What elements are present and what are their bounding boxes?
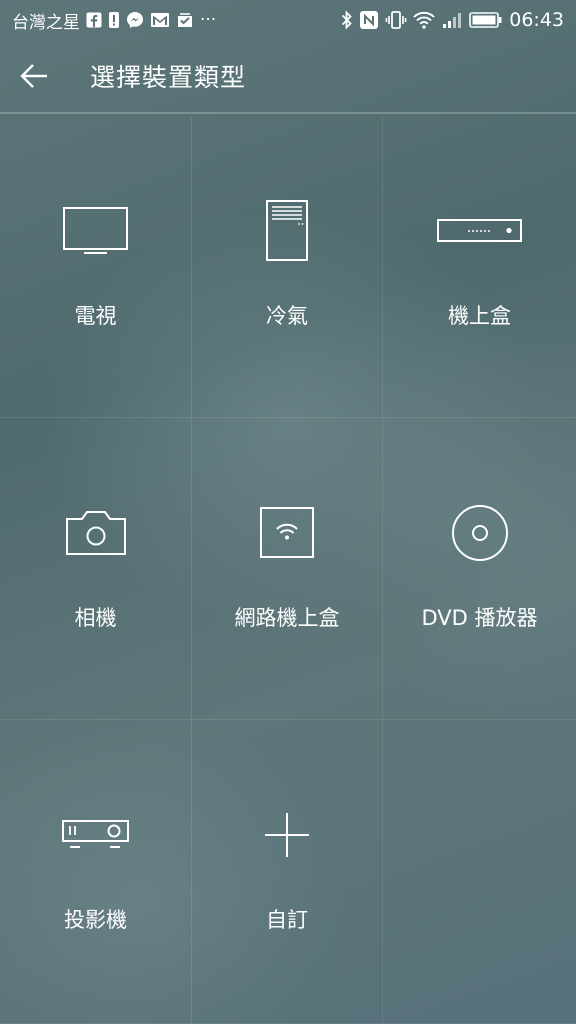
nfc-icon xyxy=(359,10,379,30)
app-bar: 選擇裝置類型 xyxy=(0,40,576,114)
device-label: 電視 xyxy=(74,304,117,328)
device-tile-tv[interactable]: 電視 xyxy=(0,116,192,418)
camera-icon xyxy=(65,511,126,555)
gmail-icon xyxy=(150,12,170,28)
device-tile-air-conditioner[interactable]: 冷氣 xyxy=(192,116,383,418)
bluetooth-icon xyxy=(341,10,353,30)
device-label: 自訂 xyxy=(266,908,308,932)
wifi-icon xyxy=(413,11,435,29)
device-tile-projector[interactable]: 投影機 xyxy=(0,720,192,1024)
back-arrow-icon xyxy=(20,64,47,88)
projector-icon xyxy=(61,820,129,848)
tv-icon xyxy=(62,207,128,254)
more-icon: ··· xyxy=(200,10,217,30)
messenger-icon xyxy=(126,11,144,29)
status-bar: 台灣之星 ··· 06:43 xyxy=(0,0,576,40)
device-tile-dvd-player[interactable]: DVD 播放器 xyxy=(383,418,576,720)
battery-icon xyxy=(469,11,503,29)
set-top-box-icon xyxy=(436,219,522,242)
status-bar-left: 台灣之星 ··· xyxy=(12,8,216,33)
signal-icon xyxy=(441,11,463,29)
air-conditioner-icon xyxy=(266,200,308,261)
empty-grid-cell xyxy=(383,720,576,1024)
device-type-grid: 電視 冷氣 機上盒 相機 網路機上盒 DVD 播放器 投影機 自訂 xyxy=(0,116,576,1024)
status-bar-right: 06:43 xyxy=(341,9,564,31)
device-tile-camera[interactable]: 相機 xyxy=(0,418,192,720)
device-label: 相機 xyxy=(74,606,117,630)
page-title: 選擇裝置類型 xyxy=(90,63,247,92)
dvd-icon xyxy=(451,505,508,561)
network-box-icon xyxy=(260,507,314,558)
device-tile-network-box[interactable]: 網路機上盒 xyxy=(192,418,383,720)
vibrate-icon xyxy=(385,10,407,30)
facebook-icon xyxy=(86,12,102,28)
device-tile-custom[interactable]: 自訂 xyxy=(192,720,383,1024)
device-label: 機上盒 xyxy=(448,304,511,328)
device-label: 投影機 xyxy=(64,908,127,932)
clock: 06:43 xyxy=(509,9,564,31)
back-button[interactable] xyxy=(18,39,80,113)
inbox-icon xyxy=(176,11,194,29)
plus-icon xyxy=(265,813,309,857)
carrier-name: 台灣之星 xyxy=(12,12,80,33)
device-label: 冷氣 xyxy=(266,304,308,328)
device-label: 網路機上盒 xyxy=(234,606,340,630)
alert-icon xyxy=(108,11,120,29)
device-tile-set-top-box[interactable]: 機上盒 xyxy=(383,116,576,418)
device-label: DVD 播放器 xyxy=(421,606,538,630)
